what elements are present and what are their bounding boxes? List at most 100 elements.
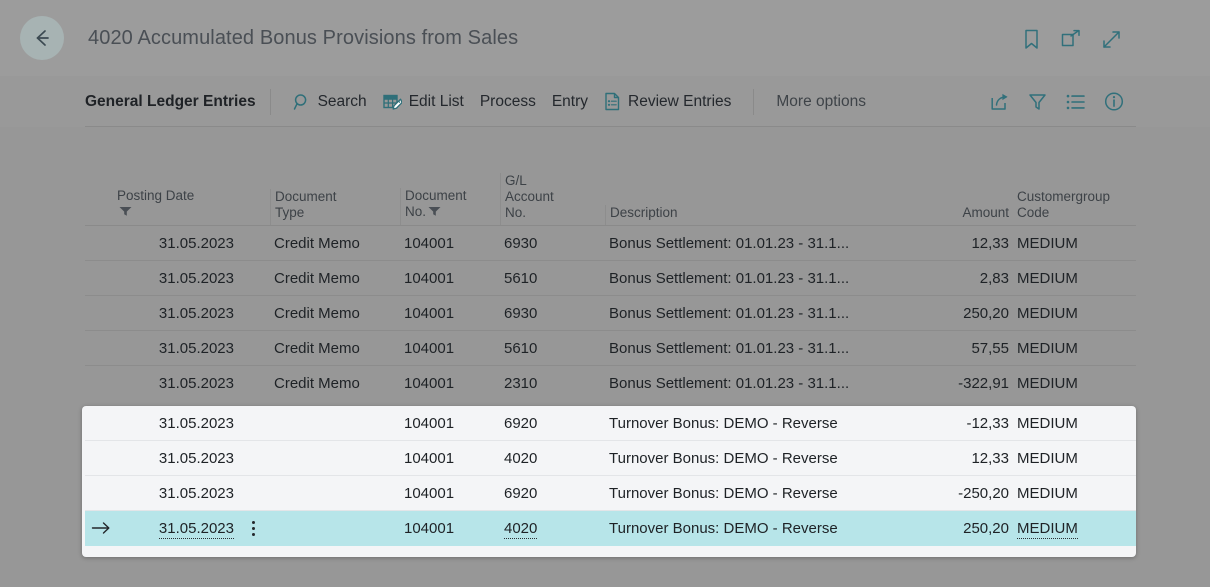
cell-document-no: 104001: [400, 375, 500, 392]
cell-posting-date: 31.05.2023: [117, 305, 237, 322]
highlighted-rows-panel: 31.05.2023 104001 6920 Turnover Bonus: D…: [82, 406, 1136, 557]
header-gl-account-no[interactable]: G/L Account No.: [500, 173, 605, 225]
command-edit-list[interactable]: Edit List: [375, 89, 472, 115]
command-more-options-label: More options: [776, 93, 866, 111]
table-row[interactable]: 31.05.2023 104001 4020 Turnover Bonus: D…: [85, 441, 1136, 476]
cell-description: Bonus Settlement: 01.01.23 - 31.1...: [605, 375, 905, 392]
cell-posting-date: 31.05.2023: [117, 340, 237, 357]
header-document-type[interactable]: Document Type: [270, 189, 400, 225]
header-customergroup-code[interactable]: Customergroup Code: [1013, 189, 1133, 225]
cell-amount: 57,55: [905, 340, 1013, 357]
cell-gl-account-no: 6930: [500, 305, 605, 322]
header-description[interactable]: Description: [605, 205, 905, 225]
header-document-no-line1: Document: [405, 188, 467, 203]
cell-document-no: 104001: [400, 450, 500, 467]
header-posting-date-label: Posting Date: [117, 188, 194, 203]
column-filter-icon-posting-date[interactable]: [119, 205, 132, 221]
table-row[interactable]: 31.05.2023 Credit Memo 104001 2310 Bonus…: [85, 366, 1136, 401]
title-bar: 4020 Accumulated Bonus Provisions from S…: [0, 0, 1210, 76]
command-review-entries[interactable]: Review Entries: [596, 88, 739, 115]
title-bar-actions: [1020, 28, 1122, 50]
divider: [270, 89, 271, 115]
table-row[interactable]: 31.05.2023 104001 6920 Turnover Bonus: D…: [85, 476, 1136, 511]
bookmark-icon[interactable]: [1020, 28, 1042, 50]
cell-amount: -250,20: [905, 485, 1013, 502]
command-entry[interactable]: Entry: [544, 89, 596, 115]
general-ledger-entries-table: Posting Date Document Type Document No. …: [85, 148, 1136, 401]
cell-posting-date: 31.05.2023: [117, 485, 237, 502]
info-icon[interactable]: [1103, 91, 1124, 112]
share-icon[interactable]: [989, 91, 1010, 112]
cell-customergroup-code-value: MEDIUM: [1017, 520, 1078, 539]
header-arrow-spacer: [85, 221, 117, 225]
row-options-button[interactable]: [237, 521, 270, 536]
cell-document-type: Credit Memo: [270, 305, 400, 322]
command-bar-heading: General Ledger Entries: [85, 93, 256, 111]
cell-gl-account-no[interactable]: 4020: [500, 520, 605, 537]
command-process[interactable]: Process: [472, 89, 544, 115]
cell-gl-account-no: 2310: [500, 375, 605, 392]
cell-description: Turnover Bonus: DEMO - Reverse: [605, 450, 905, 467]
cell-customergroup-code: MEDIUM: [1013, 415, 1133, 432]
header-gl-account-no-line1: G/L: [505, 173, 527, 188]
cell-description: Turnover Bonus: DEMO - Reverse: [605, 415, 905, 432]
command-more-options[interactable]: More options: [768, 89, 874, 115]
cell-posting-date-value: 31.05.2023: [159, 520, 234, 539]
header-description-label: Description: [610, 205, 678, 220]
cell-amount: -12,33: [905, 415, 1013, 432]
table-row[interactable]: 31.05.2023 Credit Memo 104001 5610 Bonus…: [85, 331, 1136, 366]
back-button[interactable]: [20, 16, 64, 60]
header-document-no[interactable]: Document No.: [400, 188, 500, 225]
command-search-label: Search: [318, 93, 367, 111]
cell-document-no: 104001: [400, 270, 500, 287]
table-row[interactable]: 31.05.2023 Credit Memo 104001 5610 Bonus…: [85, 261, 1136, 296]
edit-list-icon: [383, 93, 402, 111]
command-search[interactable]: Search: [285, 89, 375, 115]
header-customergroup-code-line1: Customergroup: [1017, 189, 1110, 204]
filter-icon[interactable]: [1027, 91, 1048, 112]
cell-customergroup-code: MEDIUM: [1013, 305, 1133, 322]
cell-customergroup-code: MEDIUM: [1013, 375, 1133, 392]
panel-rows: 31.05.2023 104001 6920 Turnover Bonus: D…: [85, 406, 1136, 546]
cell-amount: 12,33: [905, 450, 1013, 467]
table-row[interactable]: 31.05.2023 Credit Memo 104001 6930 Bonus…: [85, 226, 1136, 261]
cell-customergroup-code: MEDIUM: [1013, 340, 1133, 357]
table-row[interactable]: 31.05.2023 104001 6920 Turnover Bonus: D…: [85, 406, 1136, 441]
expand-icon[interactable]: [1100, 28, 1122, 50]
cell-customergroup-code: MEDIUM: [1013, 450, 1133, 467]
table-row-selected[interactable]: 31.05.2023 104001 4020 Turnover Bonus: D…: [85, 511, 1136, 546]
cell-description: Bonus Settlement: 01.01.23 - 31.1...: [605, 270, 905, 287]
divider-2: [753, 89, 754, 115]
cell-document-type: Credit Memo: [270, 270, 400, 287]
cell-customergroup-code[interactable]: MEDIUM: [1013, 520, 1133, 537]
cell-posting-date[interactable]: 31.05.2023: [117, 520, 237, 537]
row-selected-arrow-icon: [85, 521, 117, 535]
background-rows: 31.05.2023 Credit Memo 104001 6930 Bonus…: [85, 226, 1136, 401]
cell-posting-date: 31.05.2023: [117, 450, 237, 467]
cell-description: Bonus Settlement: 01.01.23 - 31.1...: [605, 235, 905, 252]
search-icon: [293, 93, 311, 111]
command-review-entries-label: Review Entries: [628, 93, 731, 111]
cell-posting-date: 31.05.2023: [117, 270, 237, 287]
cell-amount: 12,33: [905, 235, 1013, 252]
cell-gl-account-no: 5610: [500, 340, 605, 357]
cell-customergroup-code: MEDIUM: [1013, 485, 1133, 502]
cell-amount: 250,20: [905, 520, 1013, 537]
header-customergroup-code-line2: Code: [1017, 205, 1049, 220]
vertical-ellipsis-icon[interactable]: [252, 521, 255, 536]
cell-document-type: Credit Memo: [270, 340, 400, 357]
column-filter-icon-document-no[interactable]: [428, 205, 441, 221]
cell-description: Turnover Bonus: DEMO - Reverse: [605, 520, 905, 537]
table-header-row: Posting Date Document Type Document No. …: [85, 148, 1136, 226]
command-process-label: Process: [480, 93, 536, 111]
cell-document-no: 104001: [400, 235, 500, 252]
table-row[interactable]: 31.05.2023 Credit Memo 104001 6930 Bonus…: [85, 296, 1136, 331]
cell-document-no: 104001: [400, 485, 500, 502]
cell-gl-account-no-value: 4020: [504, 520, 537, 539]
header-posting-date[interactable]: Posting Date: [117, 188, 237, 225]
cell-description: Turnover Bonus: DEMO - Reverse: [605, 485, 905, 502]
list-icon[interactable]: [1065, 91, 1086, 112]
open-in-new-window-icon[interactable]: [1060, 28, 1082, 50]
header-gl-account-no-line2: Account: [505, 189, 554, 204]
header-amount[interactable]: Amount: [905, 205, 1013, 225]
